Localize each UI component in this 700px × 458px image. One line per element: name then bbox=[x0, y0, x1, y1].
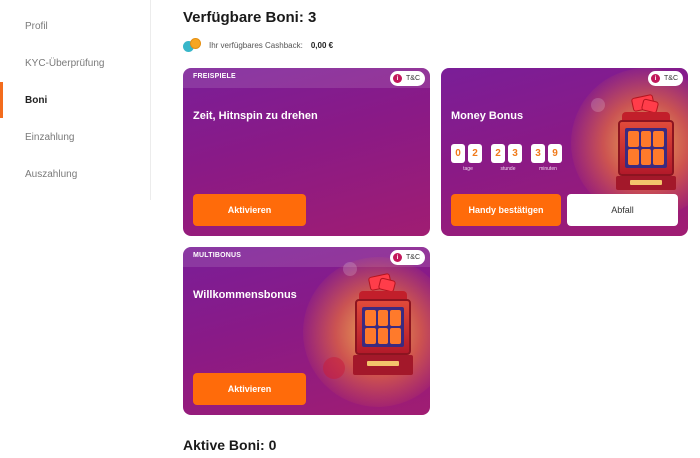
tc-label: T&C bbox=[406, 75, 420, 82]
info-icon: i bbox=[393, 253, 402, 262]
bonus-card-freispiele: FREISPIELE i T&C Zeit, Hitnspin zu drehe… bbox=[183, 68, 430, 236]
sidebar-item-einzahlung[interactable]: Einzahlung bbox=[0, 119, 150, 155]
sidebar-item-label: Boni bbox=[25, 94, 48, 106]
tc-button[interactable]: i T&C bbox=[390, 71, 425, 86]
bonus-card-money-bonus: i T&C Money Bonus 0 2 tage 2 3 stunde 3 … bbox=[441, 68, 688, 236]
active-bonuses-title: Aktive Boni: 0 bbox=[183, 437, 277, 453]
countdown-digit: 9 bbox=[548, 144, 562, 163]
countdown-digit: 3 bbox=[508, 144, 522, 163]
countdown-label: minuten bbox=[539, 166, 557, 172]
cashback-info: Ihr verfügbares Cashback: 0,00 € bbox=[183, 38, 333, 52]
sidebar-item-label: KYC-Überprüfung bbox=[25, 57, 105, 69]
sidebar-item-profil[interactable]: Profil bbox=[0, 8, 150, 44]
countdown-digit: 2 bbox=[468, 144, 482, 163]
sidebar-divider bbox=[150, 0, 151, 200]
countdown-digit: 2 bbox=[491, 144, 505, 163]
sidebar: Profil KYC-Überprüfung Boni Einzahlung A… bbox=[0, 0, 150, 200]
activate-button[interactable]: Aktivieren bbox=[193, 194, 306, 226]
verify-phone-button[interactable]: Handy bestätigen bbox=[451, 194, 561, 226]
tc-button[interactable]: i T&C bbox=[648, 71, 683, 86]
info-icon: i bbox=[651, 74, 660, 83]
bonus-card-multibonus: MULTIBONUS i T&C Willkommensbonus Aktivi… bbox=[183, 247, 430, 415]
sidebar-item-auszahlung[interactable]: Auszahlung bbox=[0, 156, 150, 192]
page-title: Verfügbare Boni: 3 bbox=[183, 9, 317, 26]
countdown-label: stunde bbox=[500, 166, 516, 172]
cashback-label: Ihr verfügbares Cashback: bbox=[209, 40, 303, 50]
countdown-hours: 2 3 stunde bbox=[491, 144, 525, 172]
card-title: Zeit, Hitnspin zu drehen bbox=[193, 110, 318, 122]
countdown-digit: 0 bbox=[451, 144, 465, 163]
card-title: Willkommensbonus bbox=[193, 289, 297, 301]
card-title: Money Bonus bbox=[451, 110, 524, 122]
coins-icon bbox=[183, 38, 203, 52]
sidebar-item-kyc[interactable]: KYC-Überprüfung bbox=[0, 45, 150, 81]
sidebar-item-label: Einzahlung bbox=[25, 131, 75, 143]
discard-button[interactable]: Abfall bbox=[567, 194, 678, 226]
activate-button[interactable]: Aktivieren bbox=[193, 373, 306, 405]
countdown-digit: 3 bbox=[531, 144, 545, 163]
sidebar-item-label: Auszahlung bbox=[25, 168, 78, 180]
card-tag: MULTIBONUS bbox=[193, 252, 242, 259]
sidebar-item-boni[interactable]: Boni bbox=[0, 82, 150, 118]
slot-machine-image bbox=[616, 93, 676, 194]
countdown-label: tage bbox=[463, 166, 473, 172]
countdown-minutes: 3 9 minuten bbox=[531, 144, 565, 172]
tc-button[interactable]: i T&C bbox=[390, 250, 425, 265]
info-icon: i bbox=[393, 74, 402, 83]
countdown-days: 0 2 tage bbox=[451, 144, 485, 172]
tc-label: T&C bbox=[406, 254, 420, 261]
cashback-value: 0,00 € bbox=[310, 40, 334, 50]
card-tag: FREISPIELE bbox=[193, 73, 236, 80]
countdown-timer: 0 2 tage 2 3 stunde 3 9 minuten bbox=[451, 144, 571, 172]
slot-machine-image bbox=[353, 272, 413, 383]
sidebar-item-label: Profil bbox=[25, 20, 48, 32]
tc-label: T&C bbox=[664, 75, 678, 82]
